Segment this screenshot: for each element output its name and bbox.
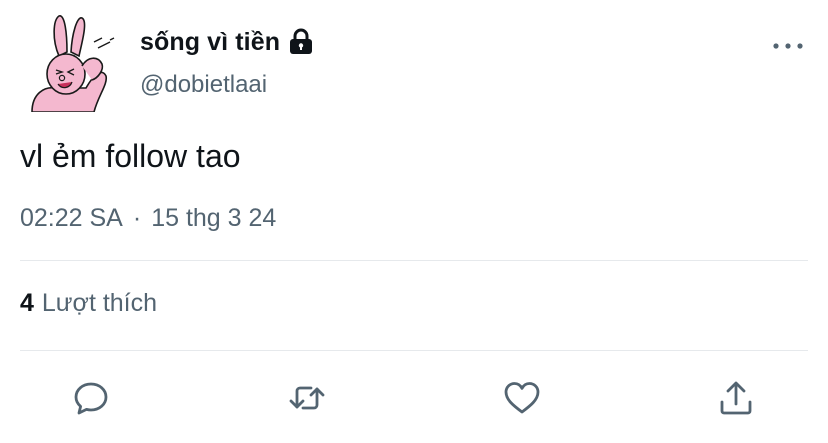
likes-count: 4 xyxy=(20,289,34,317)
likes-label: Lượt thích xyxy=(41,289,158,317)
heart-icon xyxy=(504,382,540,414)
lock-icon xyxy=(288,28,314,56)
divider xyxy=(20,260,808,261)
share-button[interactable] xyxy=(714,376,758,420)
display-name[interactable]: sống vì tiền xyxy=(140,28,280,57)
tweet-card: sống vì tiền @dobietlaai vl ẻm follow ta… xyxy=(0,0,828,443)
more-horizontal-icon xyxy=(773,43,803,49)
tweet-time: 02:22 SA xyxy=(20,204,123,232)
retweet-icon xyxy=(289,386,325,410)
divider xyxy=(20,350,808,351)
retweet-button[interactable] xyxy=(285,376,329,420)
tweet-text: vl ẻm follow tao xyxy=(20,138,241,174)
reply-button[interactable] xyxy=(69,376,113,420)
author-handle[interactable]: @dobietlaai xyxy=(140,71,267,99)
tweet-timestamp[interactable]: 02:22 SA · 15 thg 3 24 xyxy=(20,204,276,233)
like-button[interactable] xyxy=(500,376,544,420)
author-name-row: sống vì tiền xyxy=(140,26,314,58)
tweet-date: 15 thg 3 24 xyxy=(151,204,277,232)
share-upload-icon xyxy=(720,381,752,415)
bunny-avatar-image xyxy=(31,15,115,113)
reply-bubble-icon xyxy=(74,382,108,415)
avatar[interactable] xyxy=(22,12,122,113)
likes-stat[interactable]: 4 Lượt thích xyxy=(20,289,157,318)
more-options-button[interactable] xyxy=(770,36,806,56)
meta-separator: · xyxy=(132,204,142,232)
